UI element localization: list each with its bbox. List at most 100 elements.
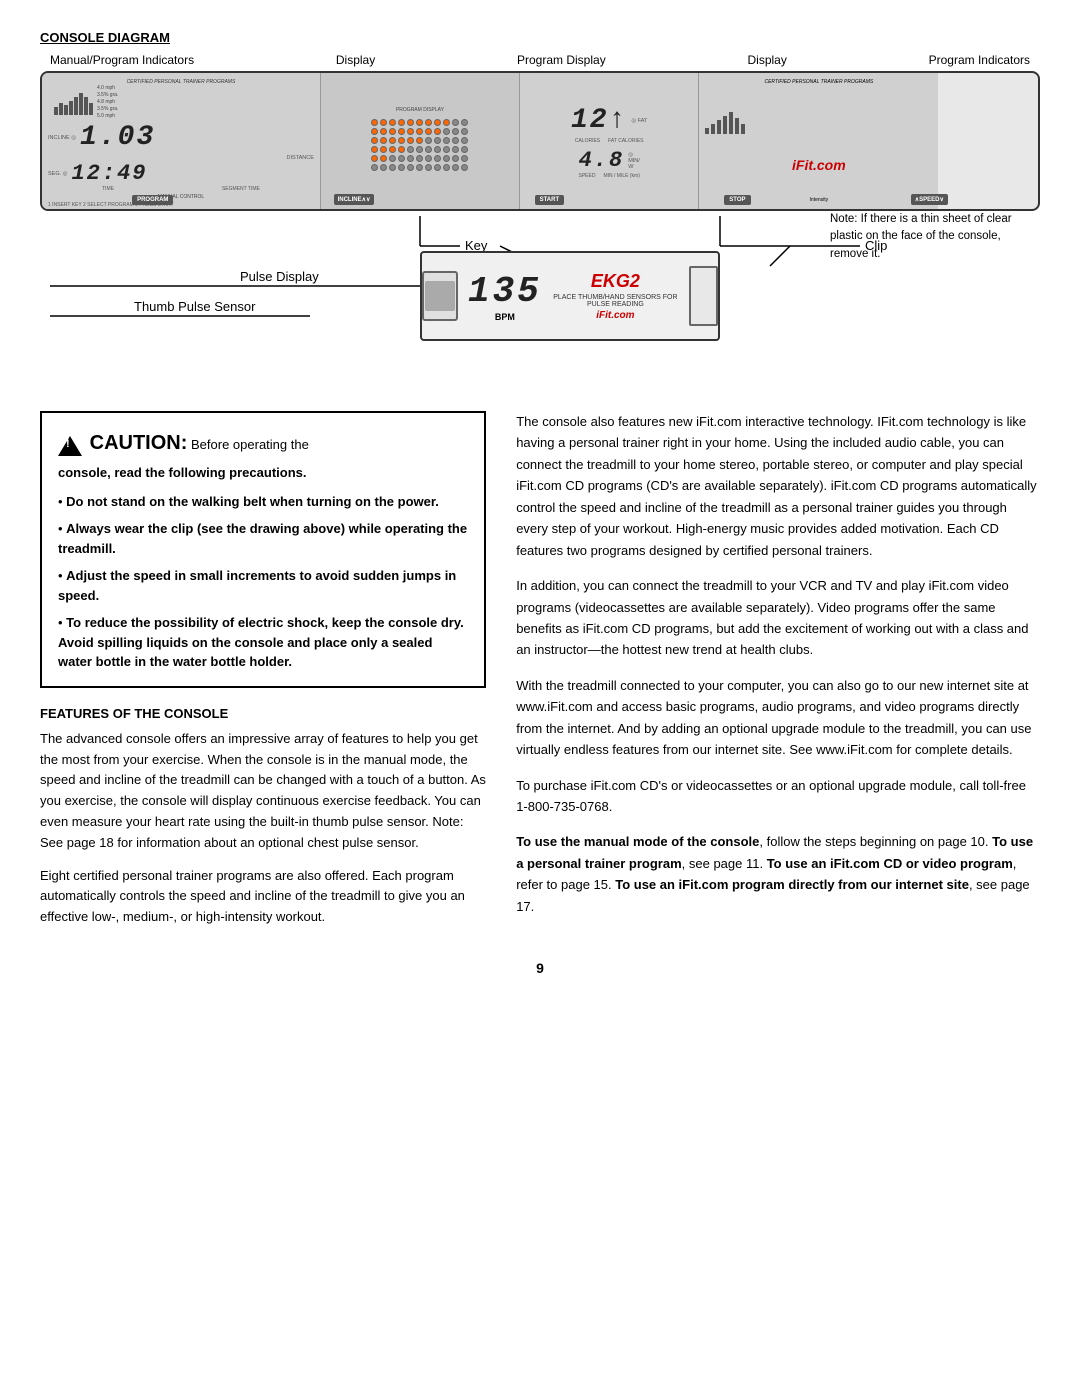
prog-bars-right — [705, 109, 932, 134]
speed-lbl: SPEED — [579, 173, 596, 179]
label-manual-program: Manual/Program Indicators — [50, 53, 194, 67]
dot — [398, 155, 405, 162]
dot — [380, 137, 387, 144]
dot — [452, 146, 459, 153]
caution-bullet-1: • Do not stand on the walking belt when … — [58, 492, 468, 512]
bar-r3 — [717, 120, 721, 134]
dot — [452, 155, 459, 162]
dot — [380, 119, 387, 126]
label-program-indicators: Program Indicators — [929, 53, 1030, 67]
display-distance: 1.03 — [80, 122, 155, 153]
caution-subtitle: Before operating the — [191, 437, 309, 452]
dot — [461, 155, 468, 162]
display-time: 12:49 — [71, 161, 147, 186]
features-para-1: The advanced console offers an impressiv… — [40, 729, 486, 854]
bar3 — [64, 105, 68, 115]
dot — [371, 137, 378, 144]
dot — [407, 155, 414, 162]
dot — [380, 128, 387, 135]
dot — [398, 119, 405, 126]
min-mile-lbl2: MIN / MILE (km) — [603, 173, 639, 179]
start-btn[interactable]: START — [535, 195, 565, 205]
dot — [443, 119, 450, 126]
ekg-logo-area: EKG2 PLACE THUMB/HAND SENSORS FOR PULSE … — [552, 271, 679, 321]
right-para-5: To use the manual mode of the console, f… — [516, 831, 1040, 917]
main-content: CAUTION: Before operating the console, r… — [40, 411, 1040, 940]
bar-r2 — [711, 124, 715, 134]
dot — [407, 137, 414, 144]
console-left-panel: CERTIFIED PERSONAL TRAINER PROGRAMS 4.0 … — [42, 73, 321, 209]
caution-box: CAUTION: Before operating the console, r… — [40, 411, 486, 688]
label-display2: Display — [747, 53, 786, 67]
time-lbl: TIME — [102, 186, 114, 192]
caution-header: CAUTION: Before operating the — [58, 427, 468, 459]
cal-lbl: CALORIES — [575, 138, 600, 144]
dot — [434, 137, 441, 144]
right-para-4: To purchase iFit.com CD's or videocasset… — [516, 775, 1040, 818]
seg-time-lbl: SEGMENT TIME — [222, 186, 260, 192]
console-buttons-row: PROGRAM INCLINE∧∨ START STOP ∧SPEED∨ — [42, 194, 1038, 205]
dot — [443, 128, 450, 135]
caution-bold-line: console, read the following precautions. — [58, 463, 468, 484]
console-far-right-panel: CERTIFIED PERSONAL TRAINER PROGRAMS iFit… — [699, 73, 938, 209]
dot — [425, 164, 432, 171]
dot — [425, 128, 432, 135]
right-para-2: In addition, you can connect the treadmi… — [516, 575, 1040, 661]
dot — [443, 137, 450, 144]
warning-triangle-icon — [58, 436, 82, 456]
console-center-panel: PROGRAM DISPLAY — [321, 73, 520, 209]
dot — [371, 119, 378, 126]
dot — [389, 155, 396, 162]
dot — [371, 146, 378, 153]
program-btn[interactable]: PROGRAM — [132, 195, 173, 205]
dot — [398, 137, 405, 144]
dot — [407, 164, 414, 171]
features-para-2: Eight certified personal trainer program… — [40, 866, 486, 928]
dot — [425, 137, 432, 144]
final-bold-1: To use the manual mode of the console — [516, 834, 759, 849]
thumb-sensor-left — [422, 271, 458, 321]
bpm-label: BPM — [495, 312, 515, 322]
dot — [416, 137, 423, 144]
dot — [416, 119, 423, 126]
ekg-subtitle: PLACE THUMB/HAND SENSORS FOR PULSE READI… — [552, 294, 679, 308]
bar2 — [59, 103, 63, 115]
dot — [416, 128, 423, 135]
stop-btn[interactable]: STOP — [724, 195, 750, 205]
incline-btn[interactable]: INCLINE∧∨ — [334, 194, 375, 205]
incline-label: INCLINE ◎ — [48, 135, 76, 141]
dot-grid — [371, 119, 469, 172]
console-right-section: 12↑ ◎ FAT CALORIES FAT CALORIES 4.8 ◎MIN… — [520, 73, 699, 209]
bar1 — [54, 107, 58, 115]
dot — [389, 164, 396, 171]
calories-row: 12↑ ◎ FAT — [571, 103, 647, 138]
certified-label2: CERTIFIED PERSONAL TRAINER PROGRAMS — [705, 79, 932, 85]
caution-bullet-4: • To reduce the possibility of electric … — [58, 613, 468, 672]
page-number: 9 — [40, 960, 1040, 976]
bar-r5 — [729, 112, 733, 134]
label-program-display: Program Display — [517, 53, 606, 67]
clip-mockup — [689, 266, 718, 326]
bar5 — [74, 97, 78, 115]
labels-row: Manual/Program Indicators Display Progra… — [40, 53, 1040, 67]
dot — [461, 137, 468, 144]
dot — [434, 164, 441, 171]
dot — [416, 146, 423, 153]
right-column: The console also features new iFit.com i… — [516, 411, 1040, 940]
fat-cal-lbl: FAT CALORIES — [608, 138, 643, 144]
dot — [398, 146, 405, 153]
final-bold-4: To use an iFit.com program directly from… — [615, 877, 969, 892]
bar-r1 — [705, 128, 709, 134]
below-console: Key Clip Pulse Display Thumb Pulse Senso… — [40, 211, 1040, 391]
bar-r7 — [741, 124, 745, 134]
ifit-logo: iFit.com — [705, 157, 932, 173]
note-text: Note: If there is a thin sheet of clear … — [830, 211, 1030, 263]
dot — [425, 119, 432, 126]
dot — [398, 164, 405, 171]
speed-btn[interactable]: ∧SPEED∨ — [911, 194, 948, 205]
dot — [389, 146, 396, 153]
time-labels: TIME SEGMENT TIME — [48, 186, 314, 192]
dot — [398, 128, 405, 135]
sensor-pad — [425, 281, 455, 311]
bar-r4 — [723, 116, 727, 134]
